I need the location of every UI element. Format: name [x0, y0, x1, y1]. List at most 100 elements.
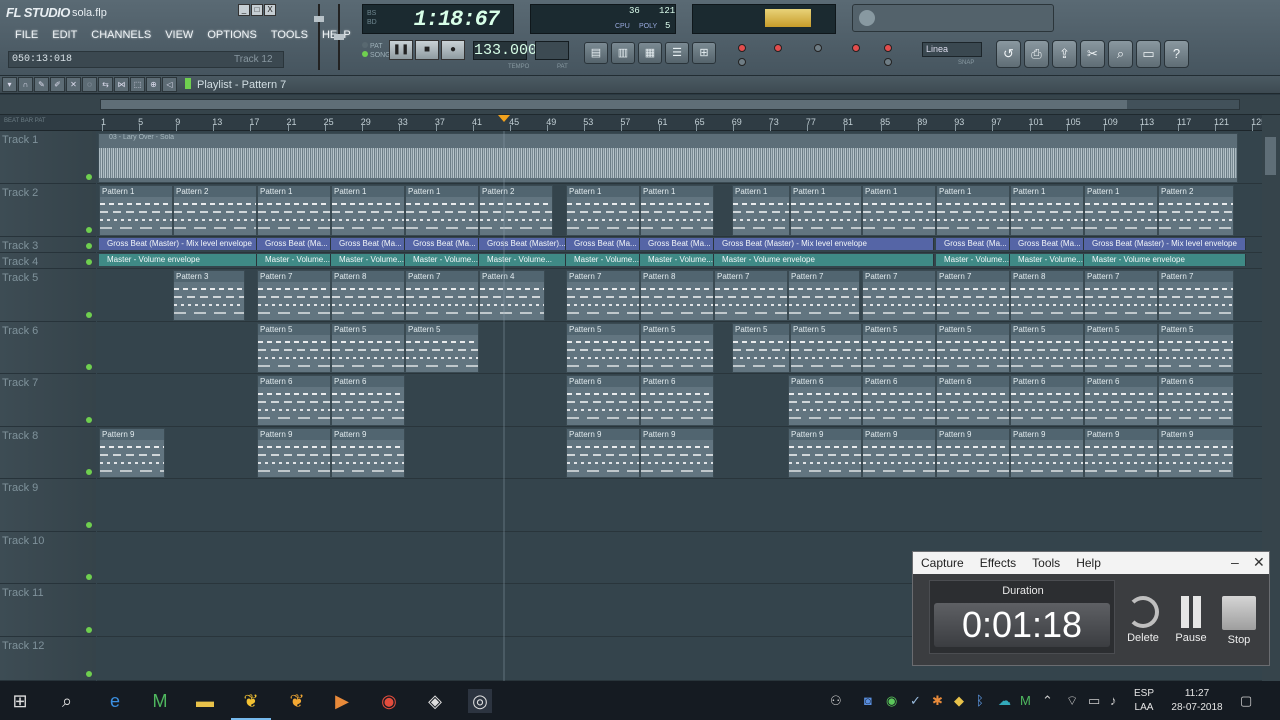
pattern-clip[interactable]: Pattern 5: [1158, 323, 1234, 373]
pattern-clip[interactable]: Pattern 9: [862, 428, 936, 478]
menu-channels[interactable]: CHANNELS: [84, 27, 158, 43]
horizontal-scrollbar[interactable]: [100, 99, 1240, 110]
delete-tool-icon[interactable]: ✕: [66, 77, 81, 92]
tray-movistar-icon[interactable]: M: [1020, 693, 1031, 708]
capture-app-icon[interactable]: ◎: [468, 689, 492, 713]
menu-view[interactable]: VIEW: [158, 27, 200, 43]
pattern-clip[interactable]: Pattern 9: [99, 428, 165, 478]
pattern-clip[interactable]: Pattern 9: [788, 428, 862, 478]
pattern-clip[interactable]: Pattern 1: [640, 185, 714, 236]
pattern-clip[interactable]: Pattern 7: [936, 270, 1010, 321]
pattern-selector[interactable]: [535, 41, 569, 60]
help-icon[interactable]: ?: [1164, 40, 1189, 68]
tray-green-icon[interactable]: ◉: [886, 693, 897, 709]
master-volume-envelope-clip[interactable]: Master - Volume...: [405, 254, 479, 266]
menu-options[interactable]: OPTIONS: [200, 27, 264, 43]
track-header[interactable]: Track 10: [0, 532, 96, 584]
track-mute-led[interactable]: [86, 174, 92, 180]
pattern-clip[interactable]: Pattern 8: [331, 270, 405, 321]
master-volume-envelope-clip[interactable]: Master - Volume envelope: [1084, 254, 1246, 266]
menu-file[interactable]: FILE: [8, 27, 45, 43]
capture-menu-tools[interactable]: Tools: [1024, 556, 1068, 570]
mute-tool-icon[interactable]: ◌: [82, 77, 97, 92]
battery-icon[interactable]: ▭: [1088, 693, 1100, 709]
master-volume-envelope-clip[interactable]: Master - Volume envelope: [99, 254, 257, 266]
piano-roll-toggle-icon[interactable]: ▥: [611, 42, 635, 64]
stop-capture-button[interactable]: Stop: [1217, 596, 1261, 646]
pattern-clip[interactable]: Pattern 6: [1158, 375, 1234, 426]
pattern-clip[interactable]: Pattern 6: [331, 375, 405, 426]
pattern-clip[interactable]: Pattern 1: [99, 185, 173, 236]
tray-app-icon[interactable]: ◙: [864, 693, 872, 708]
master-volume-slider[interactable]: [314, 4, 324, 70]
playlist-toggle-icon[interactable]: ▤: [584, 42, 608, 64]
pattern-clip[interactable]: Pattern 8: [1010, 270, 1084, 321]
pattern-clip[interactable]: Pattern 3: [173, 270, 245, 321]
gross-beat-envelope-clip[interactable]: Gross Beat (Ma...: [566, 238, 640, 250]
gross-beat-envelope-clip[interactable]: Gross Beat (Ma...: [1010, 238, 1084, 250]
pattern-clip[interactable]: Pattern 9: [1084, 428, 1158, 478]
pattern-clip[interactable]: Pattern 5: [405, 323, 479, 373]
tray-cloud-icon[interactable]: ☁: [998, 693, 1011, 709]
pattern-clip[interactable]: Pattern 6: [640, 375, 714, 426]
capture-menu-help[interactable]: Help: [1068, 556, 1109, 570]
people-icon[interactable]: ⚇: [830, 693, 842, 709]
online-news-panel[interactable]: [852, 4, 1054, 32]
track-header[interactable]: Track 1: [0, 131, 96, 184]
pattern-clip[interactable]: Pattern 5: [1084, 323, 1158, 373]
master-volume-envelope-clip[interactable]: Master - Volume envelope: [714, 254, 934, 266]
pattern-clip[interactable]: Pattern 6: [788, 375, 862, 426]
maximize-button[interactable]: □: [251, 4, 263, 16]
pause-button[interactable]: ❚❚: [389, 40, 413, 60]
pattern-clip[interactable]: Pattern 5: [257, 323, 331, 373]
pattern-clip[interactable]: Pattern 1: [790, 185, 862, 236]
magnet-icon[interactable]: ∩: [18, 77, 33, 92]
pattern-clip[interactable]: Pattern 7: [566, 270, 640, 321]
pattern-clip[interactable]: Pattern 9: [331, 428, 405, 478]
fl-studio-alt-icon[interactable]: ❦: [285, 689, 309, 713]
pattern-clip[interactable]: Pattern 6: [566, 375, 640, 426]
track-header[interactable]: Track 7: [0, 374, 96, 427]
windows-start-icon[interactable]: ⊞: [8, 689, 32, 713]
channel-rack-toggle-icon[interactable]: ▦: [638, 42, 662, 64]
menu-tools[interactable]: TOOLS: [264, 27, 315, 43]
pattern-clip[interactable]: Pattern 1: [732, 185, 790, 236]
pattern-clip[interactable]: Pattern 9: [936, 428, 1010, 478]
mode-song[interactable]: SONG: [370, 52, 391, 59]
track-mute-led[interactable]: [86, 469, 92, 475]
pattern-clip[interactable]: Pattern 6: [257, 375, 331, 426]
system-clock[interactable]: 11:27 28-07-2018: [1166, 687, 1228, 715]
track-header[interactable]: Track 12: [0, 637, 96, 681]
chrome-icon[interactable]: ◉: [377, 689, 401, 713]
track-mute-led[interactable]: [86, 364, 92, 370]
tray-chevron-icon[interactable]: ⌃: [1042, 693, 1053, 709]
playlist-title[interactable]: Playlist - Pattern 7: [185, 78, 286, 91]
gross-beat-envelope-clip[interactable]: Gross Beat (Ma...: [331, 238, 405, 250]
master-volume-envelope-clip[interactable]: Master - Volume...: [1010, 254, 1084, 266]
playback-tool-icon[interactable]: ◁: [162, 77, 177, 92]
edge-icon[interactable]: e: [103, 689, 127, 713]
track-mute-led[interactable]: [86, 671, 92, 677]
draw-icon[interactable]: ✎: [34, 77, 49, 92]
master-volume-envelope-clip[interactable]: Master - Volume...: [479, 254, 566, 266]
gross-beat-envelope-clip[interactable]: Gross Beat (Master)...: [479, 238, 566, 250]
volume-icon[interactable]: ♪: [1110, 693, 1117, 708]
cut-icon[interactable]: ✂: [1080, 40, 1105, 68]
track-mute-led[interactable]: [86, 312, 92, 318]
tempo-display[interactable]: 133.000: [473, 41, 537, 60]
master-volume-envelope-clip[interactable]: Master - Volume...: [257, 254, 331, 266]
menu-edit[interactable]: EDIT: [45, 27, 84, 43]
pattern-clip[interactable]: Pattern 6: [1010, 375, 1084, 426]
pause-capture-button[interactable]: Pause: [1169, 596, 1213, 644]
gross-beat-envelope-clip[interactable]: Gross Beat (Master) - Mix level envelope: [714, 238, 934, 250]
pattern-clip[interactable]: Pattern 9: [640, 428, 714, 478]
capture-menu-effects[interactable]: Effects: [972, 556, 1024, 570]
select-tool-icon[interactable]: ⬚: [130, 77, 145, 92]
tray-check-icon[interactable]: ✓: [910, 693, 921, 709]
gross-beat-envelope-clip[interactable]: Gross Beat (Master) - Mix level envelope: [1084, 238, 1246, 250]
track-lane[interactable]: [97, 479, 1262, 532]
track-mute-led[interactable]: [86, 522, 92, 528]
pattern-clip[interactable]: Pattern 1: [331, 185, 405, 236]
track-header[interactable]: Track 8: [0, 427, 96, 479]
pattern-clip[interactable]: Pattern 1: [257, 185, 331, 236]
